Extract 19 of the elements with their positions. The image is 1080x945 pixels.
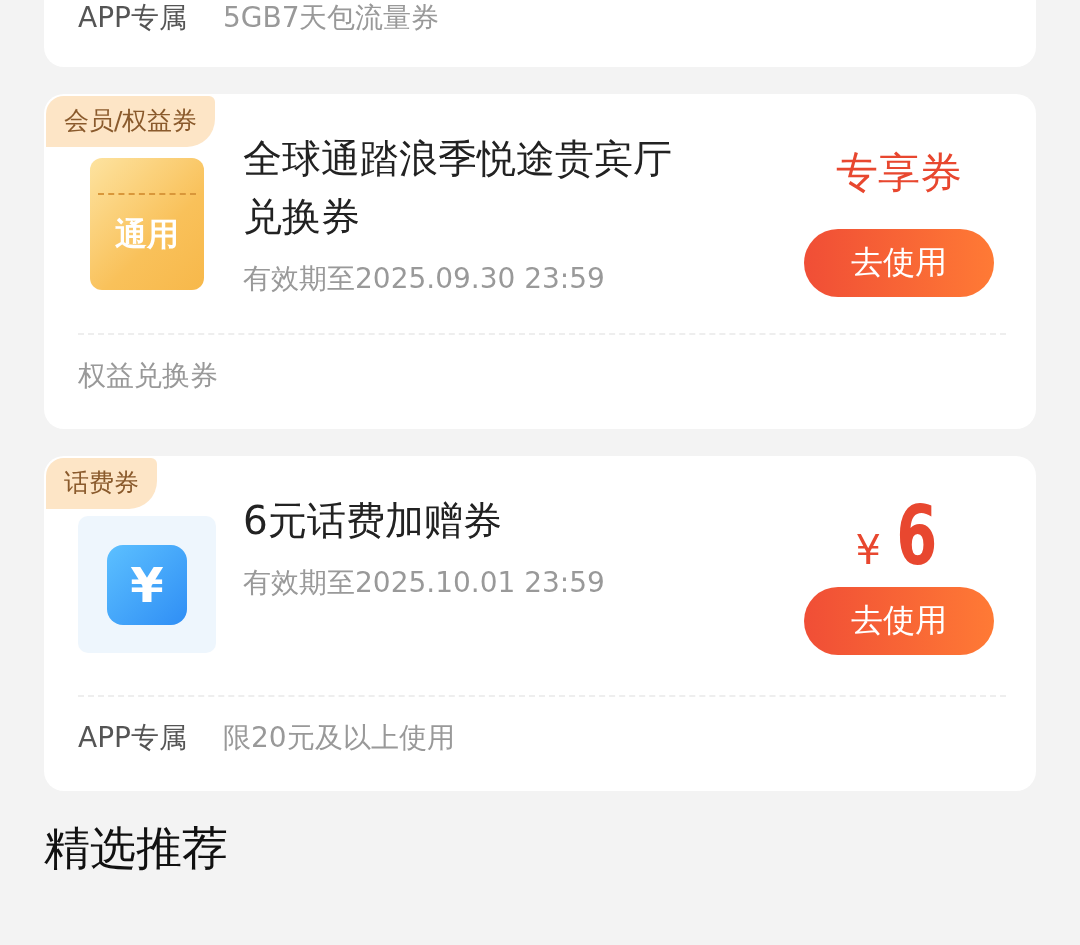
coupon-type: 专享券 [836,147,962,199]
expiry-date: 有效期至2025.10.01 23:59 [243,565,606,601]
coupon-icon: ¥ [78,516,216,653]
currency-symbol: ¥ [855,527,882,573]
category-badge: 话费券 [46,458,157,509]
coupon-title: 6元话费加赠券 [243,497,503,545]
coupon-amount: 6 [896,488,938,583]
ticket-icon: 通用 [90,158,204,290]
use-button[interactable]: 去使用 [804,229,994,297]
coupon-title: 全球通踏浪季悦途贵宾厅兑换券 [243,135,673,241]
coupon-tag: APP专属 [78,719,187,757]
coupon-note: 5GB7天包流量券 [222,0,440,36]
category-badge: 会员/权益券 [46,96,216,147]
coupon-note: 限20元及以上使用 [222,720,455,756]
section-title: 精选推荐 [44,820,229,877]
coupon-tag: APP专属 [78,0,187,36]
expiry-date: 有效期至2025.09.30 23:59 [243,261,606,297]
use-button[interactable]: 去使用 [804,587,994,655]
coupon-note: 权益兑换券 [78,358,218,394]
